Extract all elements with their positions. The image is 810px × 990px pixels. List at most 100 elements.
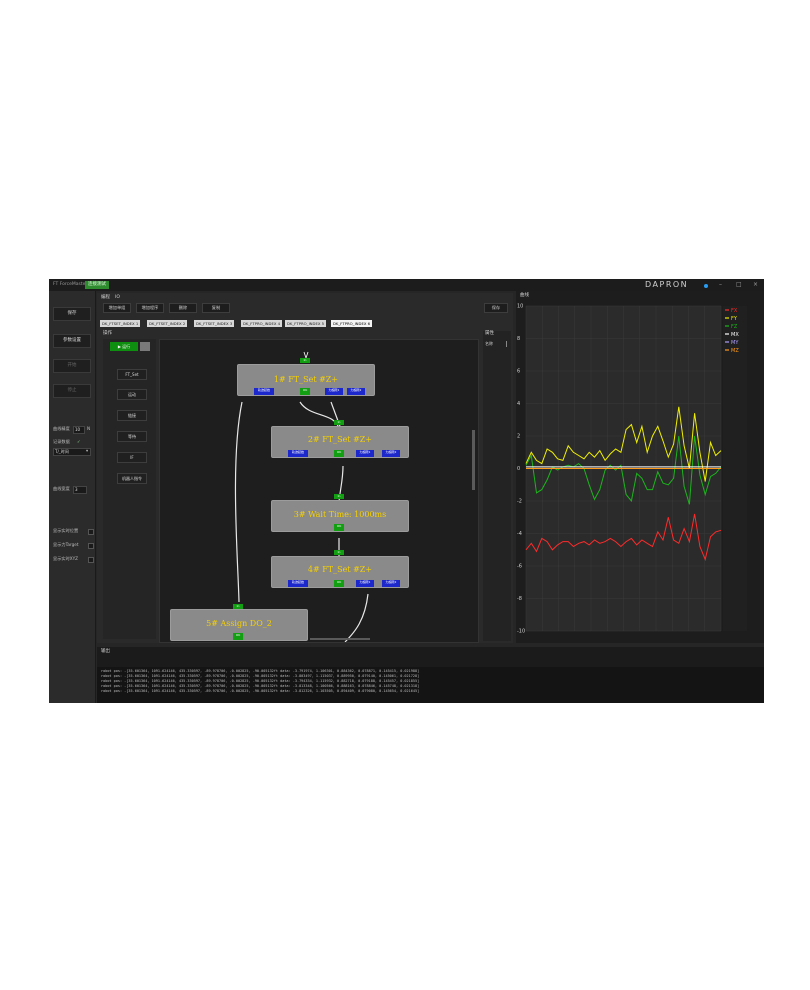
node-3-title: 3# Wait Time: 1000ms [293,510,387,519]
legend-item-mz: MZ [731,348,739,354]
tool-link[interactable]: 链接 [117,410,147,421]
node-3-out-ok[interactable]: OK [334,524,344,531]
legend-item-fx: FX [731,308,738,314]
tool-palette: ▶ 运行 FT_Set 运动 链接 等待 IF 机器人指令 [103,339,156,639]
node-2-out-ok[interactable]: OK [334,450,344,457]
node-2-in-pin[interactable]: In [334,420,344,425]
node-1-out-start[interactable]: 轨迹起始 [254,388,274,395]
properties-label: 属性 [485,331,494,336]
curve-precision-unit: N [87,426,91,431]
curve-precision-input[interactable]: 10 [73,426,85,434]
curve-panel-title: 曲线 [520,293,529,298]
y-tick-label: -8 [517,596,522,602]
show-realtime-position-label: 显示实时位置 [53,528,79,533]
brand-logo: DAPRON [645,280,689,289]
flow-canvas[interactable]: In 1# FT_Set #Z+ 轨迹起始 OK 力超限1 力超限2 In 2#… [159,339,479,643]
delete-button[interactable]: 删除 [169,303,197,313]
node-5-title: 5# Assign DO_2 [206,619,272,628]
curve-width-input[interactable]: 3 [73,486,87,494]
node-4-out-ok[interactable]: OK [334,580,344,587]
node-2-out-overforce-2[interactable]: 力超限2 [382,450,400,457]
node-4-out-overforce-2[interactable]: 力超限2 [382,580,400,587]
save-button[interactable]: 保存 [53,307,91,321]
node-4-out-overforce-1[interactable]: 力超限1 [356,580,374,587]
node-2-out-start[interactable]: 轨迹起始 [288,450,308,457]
stop-square-icon[interactable] [140,342,150,351]
tab-ftset-3[interactable]: DK_FTSET_INDEX 3 [194,320,235,327]
start-button[interactable]: 开始 [53,359,91,373]
node-4-in-pin[interactable]: In [334,550,344,555]
property-name-field[interactable] [506,341,507,347]
tab-ftpro-6[interactable]: DK_FTPRO_INDEX 6 [331,320,373,327]
node-1-out-overforce-1[interactable]: 力超限1 [325,388,343,395]
tool-wait[interactable]: 等待 [117,431,147,442]
connection-test-button[interactable]: 连接测试 [85,281,109,289]
tab-ftset-2[interactable]: DK_FTSET_INDEX 2 [147,320,188,327]
left-sidebar: 保存 参数设置 开始 停止 曲线精度 10 N 记录数据 ✓ T/_时间 ▾ 曲… [49,291,96,703]
tool-ft-set[interactable]: FT_Set [117,369,147,380]
y-tick-label: 4 [517,401,520,407]
show-realtime-xyz-checkbox[interactable] [88,557,94,563]
node-1-out-overforce-2[interactable]: 力超限2 [347,388,365,395]
editor-io-badge: IO [115,295,120,300]
legend-box [723,306,747,631]
properties-panel: 属性 名称 [483,331,511,641]
curve-panel: 曲线 10 8 6 4 2 0 -2 -4 -6 -8 -10 FX FY FZ MX MY MZ [516,291,764,643]
output-log[interactable]: robot pos: -[35.601364, 1091.624146, 435… [97,667,764,703]
node-2-title: 2# FT_Set #Z+ [307,435,373,444]
node-4-out-start[interactable]: 轨迹起始 [288,580,308,587]
curve-width-label: 曲线宽度 [53,486,70,491]
add-group-button[interactable]: 增加单组 [103,303,131,313]
maximize-button[interactable]: □ [736,280,742,289]
node-2-out-overforce-1[interactable]: 力超限1 [356,450,374,457]
tool-if[interactable]: IF [117,452,147,463]
show-realtime-xyz-label: 显示实时XYZ [53,556,79,561]
close-button[interactable]: × [753,280,758,289]
tool-robot-command[interactable]: 机器人指令 [117,473,147,484]
curve-precision-label: 曲线精度 [53,426,70,431]
y-tick-label: -2 [517,499,522,505]
node-5-out-ok[interactable]: OK [233,633,243,640]
y-tick-label: 6 [517,369,520,375]
canvas-section-label: 操作 [103,331,112,336]
log-line: robot pos: -[35.601364, 1091.624146, 435… [101,689,420,693]
record-data-label: 记录数据 [53,439,70,444]
legend-item-fy: FY [731,316,738,322]
node-1-in-pin[interactable]: In [300,358,310,363]
y-tick-label: -4 [517,531,522,537]
node-1-out-ok[interactable]: OK [300,388,310,395]
legend-item-fz: FZ [731,324,738,330]
editor-save-button[interactable]: 保存 [484,303,508,313]
stop-button[interactable]: 停止 [53,384,91,398]
chevron-down-icon[interactable]: ▾ [86,448,88,454]
minimize-button[interactable]: – [719,280,722,289]
editor-header: 编程 [101,295,110,300]
y-tick-label: -10 [517,629,525,635]
run-button[interactable]: ▶ 运行 [110,342,138,351]
app-window: FT ForceMaster 连接测试 DAPRON – □ × 保存 参数设置… [49,279,764,703]
add-program-button[interactable]: 增加程序 [136,303,164,313]
tab-ftpro-5[interactable]: DK_FTPRO_INDEX 5 [285,320,327,327]
program-editor: 编程 IO 增加单组 增加程序 删除 复制 保存 DK_FTSET_INDEX … [97,293,513,643]
force-curve-chart: 10 8 6 4 2 0 -2 -4 -6 -8 -10 FX FY FZ MX MY MZ [517,304,747,635]
tab-ftpro-4[interactable]: DK_FTPRO_INDEX 4 [241,320,283,327]
connector-4-out [344,593,369,642]
copy-button[interactable]: 复制 [202,303,230,313]
y-tick-label: -6 [517,564,522,570]
canvas-horizontal-scrollbar[interactable] [310,638,370,640]
tab-ftset-1[interactable]: DK_FTSET_INDEX 1 [100,320,141,327]
params-button[interactable]: 参数设置 [53,334,91,348]
record-data-checkbox[interactable]: ✓ [77,439,81,445]
show-realtime-position-checkbox[interactable] [88,529,94,535]
y-tick-label: 0 [517,466,520,472]
node-1-title: 1# FT_Set #Z+ [273,375,339,384]
show-force-target-label: 显示力Target [53,542,79,547]
tool-motion[interactable]: 运动 [117,389,147,400]
title-bar: FT ForceMaster 连接测试 DAPRON – □ × [49,279,764,291]
show-force-target-checkbox[interactable] [88,543,94,549]
canvas-vertical-scrollbar[interactable] [472,430,475,490]
y-tick-label: 10 [517,304,523,310]
legend-item-mx: MX [731,332,739,338]
node-3-in-pin[interactable]: In [334,494,344,499]
output-title: 输出 [101,649,110,654]
